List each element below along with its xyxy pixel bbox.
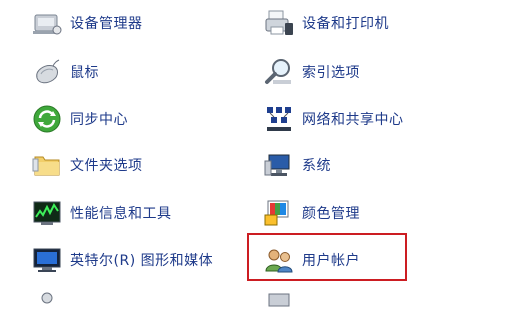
user-accounts-item[interactable]: 用户帐户 bbox=[262, 242, 360, 278]
folder-options-item[interactable]: 文件夹选项 bbox=[30, 147, 143, 183]
intel-graphics-item[interactable]: 英特尔(R) 图形和媒体 bbox=[30, 242, 213, 278]
indexing-options-item[interactable]: 索引选项 bbox=[262, 54, 360, 90]
user-accounts-label: 用户帐户 bbox=[302, 253, 360, 269]
device-manager-item[interactable]: 设备管理器 bbox=[30, 5, 143, 41]
partial-item-icon-right bbox=[262, 289, 296, 323]
mouse-label: 鼠标 bbox=[70, 65, 99, 81]
sync-center-label: 同步中心 bbox=[70, 112, 128, 128]
sync-icon bbox=[30, 102, 64, 136]
mouse-icon bbox=[30, 55, 64, 89]
system-item[interactable]: 系统 bbox=[262, 147, 331, 183]
device-manager-label: 设备管理器 bbox=[70, 16, 143, 32]
color-management-label: 颜色管理 bbox=[302, 206, 360, 222]
partial-item-left[interactable] bbox=[30, 288, 64, 324]
intel-monitor-icon bbox=[30, 243, 64, 277]
performance-icon bbox=[30, 196, 64, 230]
intel-graphics-label: 英特尔(R) 图形和媒体 bbox=[70, 253, 214, 269]
device-manager-icon bbox=[30, 6, 64, 40]
folder-icon bbox=[30, 148, 64, 182]
system-icon bbox=[262, 148, 296, 182]
performance-item[interactable]: 性能信息和工具 bbox=[30, 195, 172, 231]
partial-item-icon-left bbox=[30, 289, 64, 323]
network-icon bbox=[262, 102, 296, 136]
performance-label: 性能信息和工具 bbox=[70, 206, 172, 222]
indexing-options-label: 索引选项 bbox=[302, 65, 360, 81]
printer-icon bbox=[262, 6, 296, 40]
magnifier-icon bbox=[262, 55, 296, 89]
network-sharing-label: 网络和共享中心 bbox=[302, 112, 404, 128]
sync-center-item[interactable]: 同步中心 bbox=[30, 101, 128, 137]
folder-options-label: 文件夹选项 bbox=[70, 158, 143, 174]
devices-printers-item[interactable]: 设备和打印机 bbox=[262, 5, 389, 41]
network-sharing-item[interactable]: 网络和共享中心 bbox=[262, 101, 404, 137]
color-management-item[interactable]: 颜色管理 bbox=[262, 195, 360, 231]
mouse-item[interactable]: 鼠标 bbox=[30, 54, 99, 90]
system-label: 系统 bbox=[302, 158, 331, 174]
devices-printers-label: 设备和打印机 bbox=[302, 16, 389, 32]
color-management-icon bbox=[262, 196, 296, 230]
users-icon bbox=[262, 243, 296, 277]
control-panel-grid: 设备管理器 设备和打印机 鼠标 索引选项 同步中心 网络和共享中心 文件夹选项 … bbox=[0, 0, 514, 307]
partial-item-right[interactable] bbox=[262, 288, 296, 324]
